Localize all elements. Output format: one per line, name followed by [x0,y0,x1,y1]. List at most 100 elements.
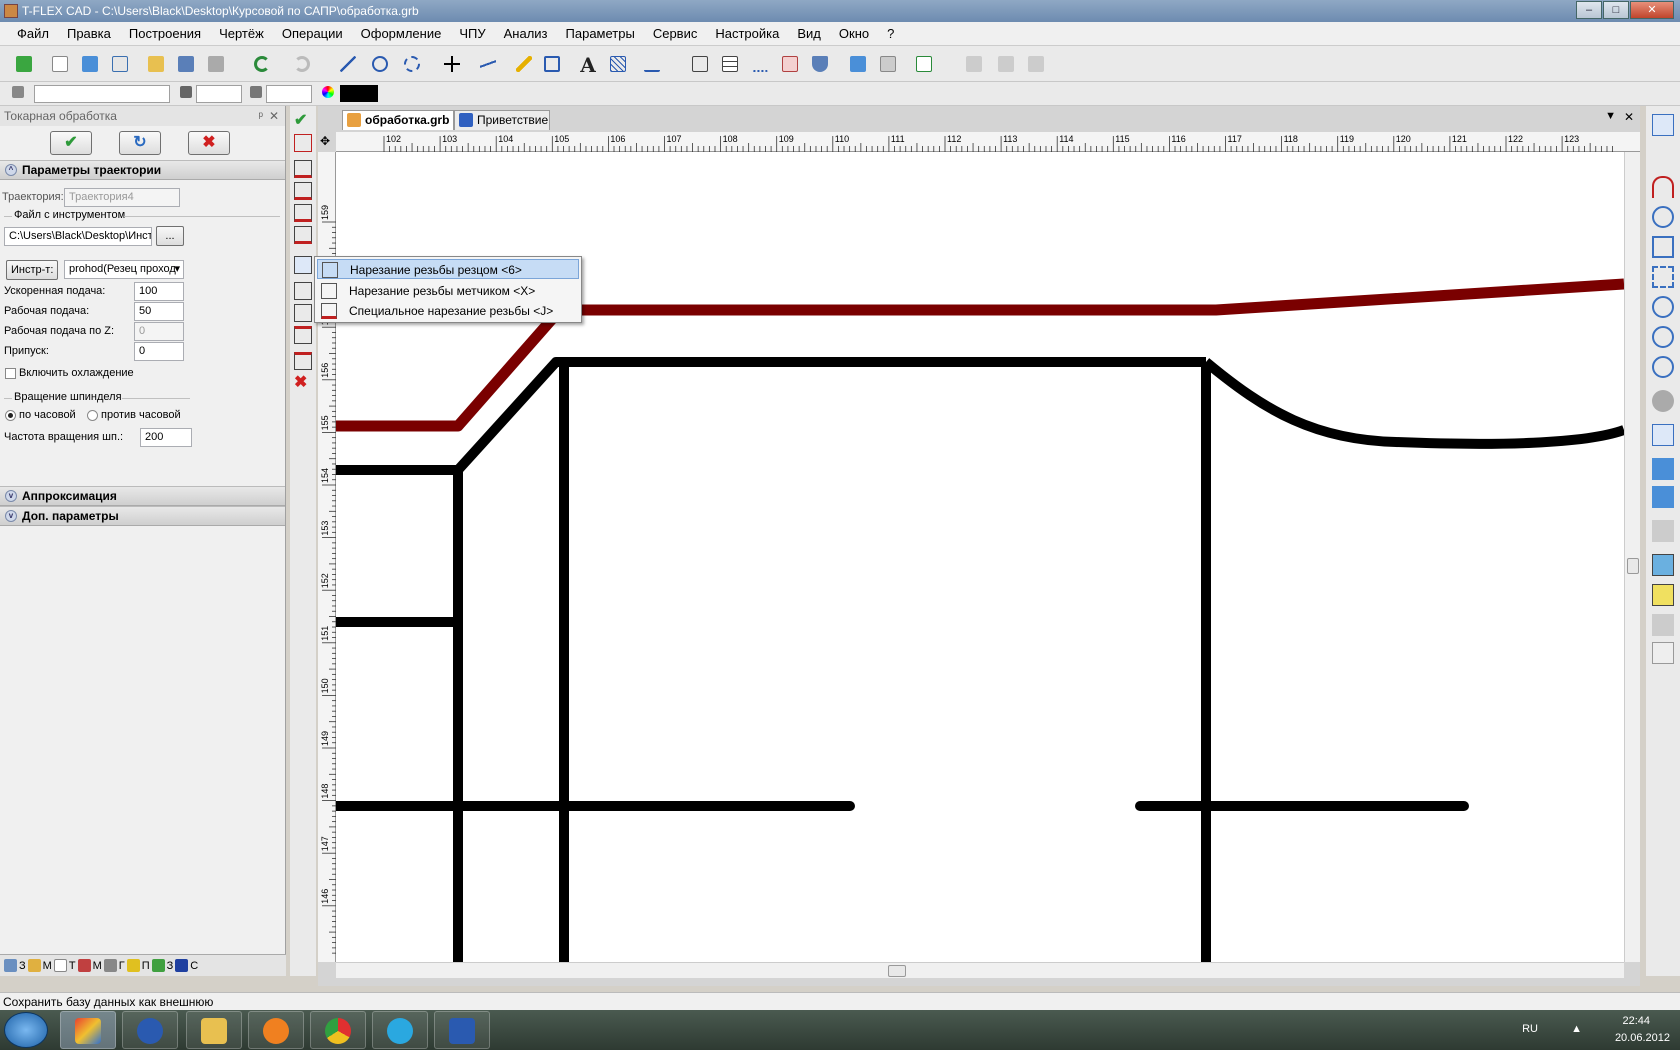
trajectory-field[interactable]: Траектория4 [64,188,180,207]
color-palette-icon[interactable] [318,82,338,102]
menu-service[interactable]: Сервис [644,22,707,45]
cnc-tool-icon[interactable] [294,304,312,322]
level-icon[interactable] [176,82,196,102]
snap-icon[interactable] [1652,146,1674,168]
zoom-previous-icon[interactable] [1652,356,1674,378]
disabled-tool-icon[interactable] [994,52,1018,76]
tool-button[interactable]: Инстр-т: [6,260,59,280]
menu-analysis[interactable]: Анализ [495,22,557,45]
confirm-icon[interactable] [12,52,36,76]
menu-edit[interactable]: Правка [58,22,120,45]
tab-help[interactable]: С [175,958,198,973]
section-approximation[interactable]: v Аппроксимация [0,486,285,506]
tool-select[interactable]: prohod(Резец проход ▾ [64,260,184,279]
color-swatch[interactable] [340,85,378,102]
print-icon[interactable] [204,52,228,76]
save-icon[interactable] [174,52,198,76]
tool-icon[interactable] [846,52,870,76]
copy-icon[interactable] [1652,424,1674,446]
menu-cnc[interactable]: ЧПУ [450,22,494,45]
node-icon[interactable] [440,52,464,76]
zoom-in-icon[interactable] [1652,296,1674,318]
sketch-icon[interactable] [476,52,500,76]
dimension-icon[interactable] [640,52,664,76]
tab-turning[interactable]: Т [53,958,76,973]
goto-icon[interactable] [294,352,312,370]
tab-warnings[interactable]: П [126,958,150,973]
refresh-button[interactable]: ↻ [119,131,161,155]
clock-time[interactable]: 22:44 [1622,1015,1650,1027]
section-trajectory[interactable]: ^ Параметры траектории [0,160,285,180]
tab-model-tree[interactable]: З [4,958,26,973]
open-icon[interactable] [144,52,168,76]
disabled-tool-icon[interactable] [962,52,986,76]
cancel-button[interactable]: ✖ [188,131,230,155]
edit-icon[interactable] [540,52,564,76]
new-drawing-icon[interactable] [108,52,132,76]
cnc-tool-icon[interactable] [294,160,312,178]
menu-item-thread-special[interactable]: Специальное нарезание резьбы <J> [317,301,579,321]
cube-icon[interactable] [1652,554,1674,576]
undo-icon[interactable] [250,52,274,76]
new-3d-icon[interactable] [78,52,102,76]
ellipse-icon[interactable] [400,52,424,76]
line-icon[interactable] [336,52,360,76]
pin-icon[interactable]: ᵖ [258,106,263,126]
ccw-radio[interactable] [87,410,98,421]
scroll-thumb[interactable] [1627,558,1639,574]
check-3d-icon[interactable] [1652,486,1674,508]
cnc-tool-icon[interactable] [294,204,312,222]
tab-list-icon[interactable]: ▼ [1605,110,1616,122]
calculator-icon[interactable] [876,52,900,76]
menu-drawing[interactable]: Чертёж [210,22,273,45]
cooling-checkbox[interactable] [5,368,16,379]
menu-help[interactable]: ? [878,22,903,45]
priority-combo[interactable] [266,85,312,103]
start-button[interactable] [4,1012,48,1048]
zoom-out-icon[interactable] [1652,326,1674,348]
allowance-field[interactable]: 0 [134,342,184,361]
zoom-window-icon[interactable] [1652,266,1674,288]
priority-icon[interactable] [246,82,266,102]
disabled-tool-icon[interactable] [1652,614,1674,636]
shield-icon[interactable] [808,52,832,76]
zoom-fit-icon[interactable] [1652,236,1674,258]
taskbar-app[interactable] [122,1011,178,1049]
scroll-thumb[interactable] [888,965,906,977]
table-icon[interactable] [718,52,742,76]
glasses-icon[interactable] [1652,390,1674,412]
language-indicator[interactable]: RU [1522,1023,1538,1035]
cnc-tool-icon[interactable] [294,282,312,300]
cw-radio[interactable] [5,410,16,421]
level-combo[interactable] [196,85,242,103]
zoom-icon[interactable] [1652,206,1674,228]
disabled-tool-icon[interactable] [1652,642,1674,664]
cnc-tool-icon[interactable] [294,326,312,344]
minimize-button[interactable]: – [1576,1,1602,19]
fast-feed-field[interactable]: 100 [134,282,184,301]
tab-grid[interactable]: Г [103,958,125,973]
taskbar-word[interactable] [434,1011,490,1049]
menu-parameters[interactable]: Параметры [557,22,644,45]
menu-operations[interactable]: Операции [273,22,352,45]
annotation-icon[interactable] [748,52,772,76]
menu-settings[interactable]: Настройка [706,22,788,45]
vertical-scrollbar[interactable] [1624,152,1640,962]
layers-icon[interactable] [8,82,28,102]
cnc-tool-icon[interactable] [294,134,312,152]
disabled-tool-icon[interactable] [1024,52,1048,76]
menu-view[interactable]: Вид [788,22,830,45]
taskbar-explorer[interactable] [186,1011,242,1049]
section-extra-params[interactable]: v Доп. параметры [0,506,285,526]
taskbar-skype[interactable] [372,1011,428,1049]
cnc-tool-icon[interactable] [294,226,312,244]
text-icon[interactable]: A [576,52,600,76]
tab-welcome[interactable]: Приветствие [454,110,550,130]
disabled-tool-icon[interactable] [1652,520,1674,542]
redo-icon[interactable] [290,52,314,76]
close-document-icon[interactable]: ✕ [1624,110,1634,124]
close-button[interactable]: ✕ [1630,1,1674,19]
tab-document[interactable]: обработка.grb [342,110,454,130]
menu-window[interactable]: Окно [830,22,878,45]
tab-library[interactable]: М [27,958,52,973]
